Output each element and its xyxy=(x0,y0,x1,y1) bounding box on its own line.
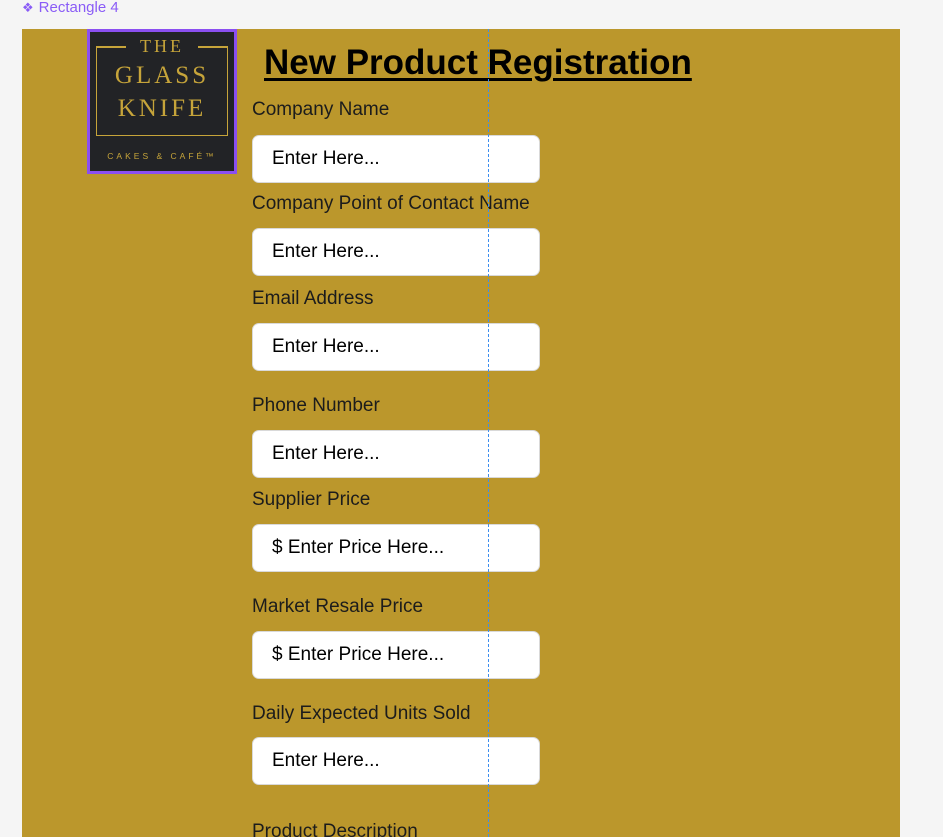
logo-text-glass: GLASS xyxy=(114,62,210,89)
component-icon: ❖ xyxy=(22,0,34,15)
logo-text-knife: KNIFE xyxy=(117,95,207,122)
form-frame: THE GLASS KNIFE CAKES & CAFÉ™ New Produc… xyxy=(22,29,900,837)
logo-tagline: CAKES & CAFÉ™ xyxy=(107,151,217,161)
frame-label-text: Rectangle 4 xyxy=(38,0,119,16)
resale-price-input[interactable] xyxy=(252,631,540,679)
logo[interactable]: THE GLASS KNIFE CAKES & CAFÉ™ xyxy=(87,29,237,174)
page-title: New Product Registration xyxy=(264,43,692,82)
product-description-label: Product Description xyxy=(252,821,418,837)
phone-label: Phone Number xyxy=(252,395,380,416)
email-input[interactable] xyxy=(252,323,540,371)
contact-name-input[interactable] xyxy=(252,228,540,276)
layout-guide xyxy=(488,29,489,837)
logo-text-the: THE xyxy=(140,36,184,56)
supplier-price-label: Supplier Price xyxy=(252,489,371,510)
company-name-label: Company Name xyxy=(252,99,390,120)
resale-price-label: Market Resale Price xyxy=(252,596,424,617)
frame-label[interactable]: ❖ Rectangle 4 xyxy=(22,0,119,16)
email-label: Email Address xyxy=(252,288,374,309)
units-sold-label: Daily Expected Units Sold xyxy=(252,703,471,724)
company-name-input[interactable] xyxy=(252,135,540,183)
phone-input[interactable] xyxy=(252,430,540,478)
logo-emblem: THE GLASS KNIFE xyxy=(96,36,228,136)
supplier-price-input[interactable] xyxy=(252,524,540,572)
units-sold-input[interactable] xyxy=(252,737,540,785)
